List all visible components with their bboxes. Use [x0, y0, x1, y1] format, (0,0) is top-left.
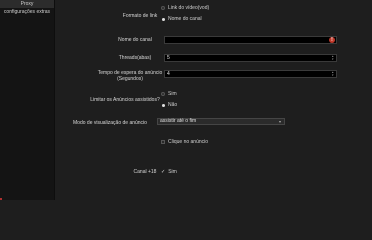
spin-arrows-icon[interactable]: ▴ ▾ [332, 71, 335, 77]
ad-view-mode-value: assistir até o fim [160, 118, 197, 124]
ad-wait-spinbox[interactable]: 4 ▴ ▾ [164, 70, 337, 78]
threads-value: 5 [167, 55, 170, 61]
limit-ads-option-no[interactable]: Não [161, 102, 177, 108]
ad-view-mode-label: Modo de visualização de anúncio [73, 120, 147, 126]
sidebar: Proxy configurações extras [0, 0, 55, 200]
click-ad-checkbox[interactable]: Clique no anúncio [161, 139, 208, 145]
sidebar-item-proxy[interactable]: Proxy [0, 0, 54, 8]
ad-wait-label: Tempo de espera do anúncio (Segundos) [97, 70, 163, 82]
limit-ads-option-yes[interactable]: Sim [161, 91, 177, 97]
ad-wait-value: 4 [167, 71, 170, 77]
threads-label: Threads(abas) [118, 55, 152, 61]
spin-arrows-icon[interactable]: ▴ ▾ [332, 55, 335, 61]
link-format-option-vod[interactable]: Link do vídeo(vod) [161, 5, 209, 11]
adult-channel-option-label: Sim [168, 169, 177, 175]
link-format-option-label: Nome do canal [168, 16, 202, 22]
settings-panel: Formato de link Link do vídeo(vod) Nome … [55, 0, 372, 200]
limit-ads-label: Limitar os Anúncios assistidos? [90, 97, 160, 103]
channel-name-label: Nome do canal [118, 37, 152, 43]
channel-name-input[interactable]: ! [164, 36, 337, 44]
checkbox-icon [161, 140, 165, 144]
check-icon: ✓ [161, 169, 166, 175]
click-ad-label: Clique no anúncio [168, 139, 209, 145]
sidebar-item-extra-settings[interactable]: configurações extras [0, 8, 54, 16]
window-corner [0, 198, 2, 200]
radio-icon [161, 92, 165, 96]
link-format-option-channel[interactable]: Nome do canal [161, 16, 202, 22]
spin-down-icon[interactable]: ▾ [332, 74, 335, 77]
link-format-option-label: Link do vídeo(vod) [168, 5, 210, 11]
adult-channel-checkbox[interactable]: ✓ Sim [161, 169, 177, 175]
warning-icon: ! [329, 37, 335, 43]
spin-down-icon[interactable]: ▾ [332, 58, 335, 61]
chevron-down-icon: ▾ [278, 119, 281, 124]
limit-ads-option-label: Sim [168, 91, 177, 97]
radio-selected-icon [161, 103, 165, 107]
threads-spinbox[interactable]: 5 ▴ ▾ [164, 54, 337, 62]
limit-ads-option-label: Não [168, 102, 178, 108]
radio-selected-icon [161, 17, 165, 21]
radio-icon [161, 6, 165, 10]
ad-view-mode-select[interactable]: assistir até o fim ▾ [157, 118, 285, 125]
